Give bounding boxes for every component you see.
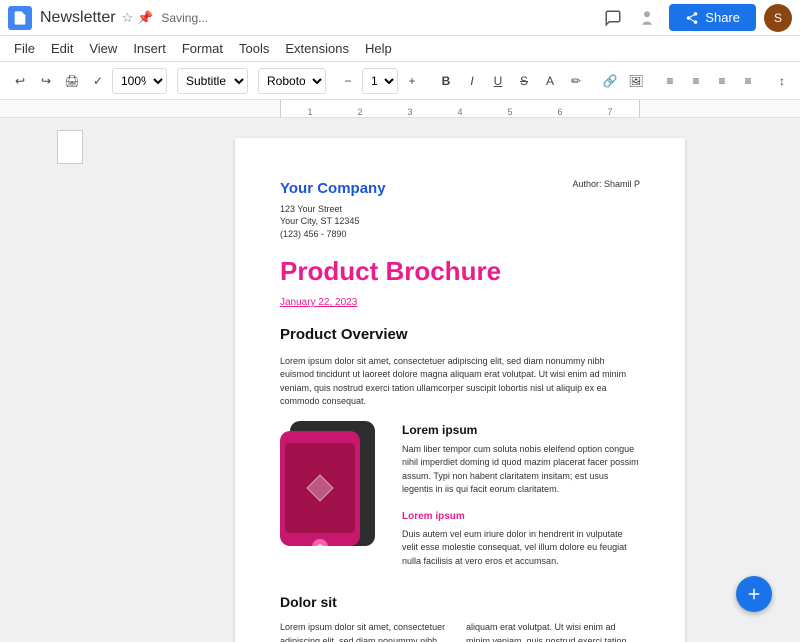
share-button[interactable]: Share [669, 4, 756, 31]
phone-graphic [280, 421, 390, 551]
justify-button[interactable]: ≡ [736, 67, 760, 95]
avatar[interactable]: S [764, 4, 792, 32]
page-thumbnail[interactable] [57, 130, 83, 164]
company-name: Your Company [280, 178, 386, 201]
font-size-decrease[interactable]: − [336, 67, 360, 95]
paragraph-style-select[interactable]: Subtitle [177, 68, 248, 94]
image-button[interactable]: 🖼 [624, 67, 648, 95]
undo-button[interactable]: ↩ [8, 67, 32, 95]
left-panel [0, 118, 140, 642]
comment-button[interactable] [597, 4, 629, 32]
saving-status: Saving... [161, 11, 208, 25]
dolor-col-1: Lorem ipsum dolor sit amet, consectetuer… [280, 621, 454, 642]
account-button[interactable] [633, 4, 661, 32]
lorem-text-block: Lorem ipsum Nam liber tempor cum soluta … [402, 421, 640, 581]
company-address-line1: 123 Your Street [280, 203, 386, 216]
dolor-sit-content: Lorem ipsum dolor sit amet, consectetuer… [280, 621, 640, 642]
spellcheck-button[interactable]: ✓ [86, 67, 110, 95]
text-color-button[interactable]: A [538, 67, 562, 95]
align-left-button[interactable]: ≡ [658, 67, 682, 95]
product-overview-body: Lorem ipsum dolor sit amet, consectetuer… [280, 355, 640, 409]
font-size-increase[interactable]: + [400, 67, 424, 95]
doc-title: Newsletter [40, 9, 116, 27]
align-right-button[interactable]: ≡ [710, 67, 734, 95]
ruler-inner: 1234567 [280, 100, 640, 117]
document-page: Your Company 123 Your Street Your City, … [235, 138, 685, 642]
menu-edit[interactable]: Edit [43, 39, 81, 58]
line-spacing-button[interactable]: ↕ [770, 67, 794, 95]
lorem-body: Nam liber tempor cum soluta nobis eleife… [402, 443, 640, 497]
phone-front [280, 431, 360, 546]
company-phone: (123) 456 - 7890 [280, 228, 386, 241]
bold-button[interactable]: B [434, 67, 458, 95]
strikethrough-button[interactable]: S [512, 67, 536, 95]
checklist-button[interactable]: ☰ [796, 67, 800, 95]
zoom-select[interactable]: 100% [112, 68, 167, 94]
phone-screen [285, 443, 355, 533]
redo-button[interactable]: ↪ [34, 67, 58, 95]
link-button[interactable]: 🔗 [598, 67, 622, 95]
product-overview-heading: Product Overview [280, 324, 640, 347]
author-text: Author: Shamil P [572, 178, 640, 192]
lorem-heading: Lorem ipsum [402, 421, 640, 439]
right-panel [780, 118, 800, 642]
align-center-button[interactable]: ≡ [684, 67, 708, 95]
share-label: Share [705, 10, 740, 25]
menu-extensions[interactable]: Extensions [277, 39, 357, 58]
top-bar: Newsletter ☆ 📌 Saving... Share S [0, 0, 800, 36]
main-area: Your Company 123 Your Street Your City, … [0, 118, 800, 642]
app-icon [8, 6, 32, 30]
italic-button[interactable]: I [460, 67, 484, 95]
doc-area[interactable]: Your Company 123 Your Street Your City, … [140, 118, 780, 642]
font-select[interactable]: Roboto [258, 68, 326, 94]
font-size-select[interactable]: 11 [362, 68, 398, 94]
lorem-pink-heading: Lorem ipsum [402, 509, 640, 524]
dolor-sit-heading: Dolor sit [280, 592, 640, 613]
company-header: Your Company 123 Your Street Your City, … [280, 178, 640, 240]
toolbar: ↩ ↪ 🖨 ✓ 100% Subtitle Roboto − 11 + B I … [0, 62, 800, 100]
fab-button[interactable] [736, 576, 772, 612]
menu-bar: File Edit View Insert Format Tools Exten… [0, 36, 800, 62]
ruler: 1234567 [0, 100, 800, 118]
menu-format[interactable]: Format [174, 39, 231, 58]
image-text-block: Lorem ipsum Nam liber tempor cum soluta … [280, 421, 640, 581]
underline-button[interactable]: U [486, 67, 510, 95]
brochure-title: Product Brochure [280, 252, 640, 291]
menu-insert[interactable]: Insert [125, 39, 174, 58]
pin-icon[interactable]: 📌 [137, 10, 153, 26]
highlight-button[interactable]: ✏ [564, 67, 588, 95]
menu-tools[interactable]: Tools [231, 39, 277, 58]
star-icon[interactable]: ☆ [122, 10, 134, 26]
menu-file[interactable]: File [6, 39, 43, 58]
lorem-pink-body: Duis autem vel eum iriure dolor in hendr… [402, 528, 640, 569]
document-date: January 22, 2023 [280, 295, 640, 310]
menu-view[interactable]: View [81, 39, 125, 58]
dolor-col-2: aliquam erat volutpat. Ut wisi enim ad m… [466, 621, 640, 642]
company-address-line2: Your City, ST 12345 [280, 215, 386, 228]
print-button[interactable]: 🖨 [60, 67, 84, 95]
menu-help[interactable]: Help [357, 39, 400, 58]
